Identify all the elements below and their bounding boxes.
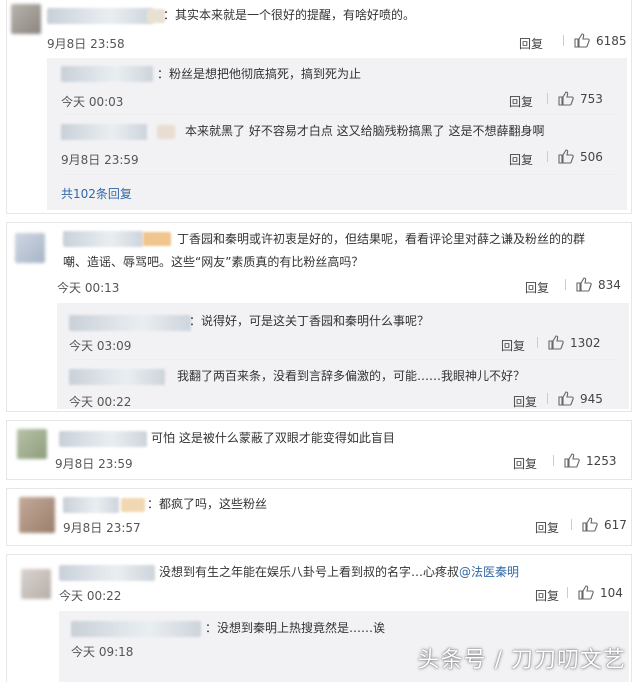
username-blurred[interactable] xyxy=(69,369,165,385)
username-blurred[interactable] xyxy=(69,315,191,331)
divider xyxy=(547,151,548,162)
user-badge xyxy=(121,498,145,512)
thumbs-up-icon xyxy=(564,453,580,468)
divider xyxy=(563,35,564,46)
user-badge xyxy=(157,125,175,139)
reply-box: ：说得好，可是这关丁香园和秦明什么事呢？ 今天 03:09 回复 1302 我翻… xyxy=(57,303,629,409)
comment-text-line1: 丁香园和秦明或许初衷是好的，但结果呢，看看评论里对薛之谦及粉丝的的群 xyxy=(177,232,586,246)
avatar[interactable] xyxy=(17,429,47,459)
username-blurred[interactable] xyxy=(63,231,143,247)
thumbs-up-icon xyxy=(558,391,574,406)
comment-text: ：其实本来就是一个很好的提醒，有啥好喷的。 xyxy=(163,8,416,22)
divider xyxy=(547,393,548,404)
like-count: 506 xyxy=(580,149,603,164)
like-count: 104 xyxy=(600,585,623,600)
comment-time: 9月8日 23:59 xyxy=(55,457,133,471)
like-button[interactable]: 753 xyxy=(547,91,603,106)
comment-time: 9月8日 23:58 xyxy=(47,37,125,51)
like-button[interactable]: 104 xyxy=(567,585,623,600)
divider xyxy=(61,114,617,115)
comment-text: 没想到有生之年能在娱乐八卦号上看到叔的名字…心疼叔@法医秦明 xyxy=(159,563,519,582)
reply-button[interactable]: 回复 xyxy=(509,93,533,110)
reply-button[interactable]: 回复 xyxy=(501,337,525,354)
reply-box: ：粉丝是想把他彻底搞死，搞到死为止 今天 00:03 回复 753 本来就黑了 … xyxy=(47,58,627,210)
reply-button[interactable]: 回复 xyxy=(519,35,543,52)
reply-button[interactable]: 回复 xyxy=(535,587,559,604)
reply-text: 本来就黑了 好不容易才白点 这又给脑残粉搞黑了 这是不想薛翻身啊 xyxy=(185,124,545,138)
like-count: 834 xyxy=(598,277,621,292)
comment-body: 没想到有生之年能在娱乐八卦号上看到叔的名字…心疼叔 xyxy=(159,565,460,579)
comment-time: 今天 00:13 xyxy=(57,281,120,295)
more-replies-link[interactable]: 共102条回复 xyxy=(61,185,132,202)
comment-text: ：都疯了吗，这些粉丝 xyxy=(147,497,268,511)
reply-button[interactable]: 回复 xyxy=(509,151,533,168)
divider xyxy=(537,337,538,348)
username-blurred[interactable] xyxy=(59,565,155,581)
like-button[interactable]: 945 xyxy=(547,391,603,406)
comment-card: 丁香园和秦明或许初衷是好的，但结果呢，看看评论里对薛之谦及粉丝的的群 嘲、造谣、… xyxy=(6,222,632,412)
thumbs-up-icon xyxy=(578,585,594,600)
like-count: 617 xyxy=(604,517,627,532)
reply-time: 今天 03:09 xyxy=(69,339,132,353)
like-button[interactable]: 6185 xyxy=(563,33,627,48)
like-count: 945 xyxy=(580,391,603,406)
username-blurred[interactable] xyxy=(61,124,147,140)
thumbs-up-icon xyxy=(582,517,598,532)
divider xyxy=(547,93,548,104)
username-blurred[interactable] xyxy=(47,8,153,24)
comment-card: 可怕 这是被什么蒙蔽了双眼才能变得如此盲目 9月8日 23:59 回复 1253 xyxy=(6,420,632,480)
mention-link[interactable]: @法医秦明 xyxy=(459,565,519,579)
user-badge xyxy=(143,232,171,246)
reply-button[interactable]: 回复 xyxy=(513,393,537,410)
username-blurred[interactable] xyxy=(63,497,119,513)
like-button[interactable]: 834 xyxy=(565,277,621,292)
like-count: 6185 xyxy=(596,33,627,48)
like-button[interactable]: 1302 xyxy=(537,335,601,350)
comment-text: 可怕 这是被什么蒙蔽了双眼才能变得如此盲目 xyxy=(151,431,395,445)
divider xyxy=(571,519,572,530)
reply-text: 我翻了两百来条，没看到言辞多偏激的，可能……我眼神儿不好？ xyxy=(177,369,526,383)
divider xyxy=(553,455,554,466)
reply-text: ：粉丝是想把他彻底搞死，搞到死为止 xyxy=(157,67,362,81)
reply-time: 9月8日 23:59 xyxy=(61,153,139,167)
avatar[interactable] xyxy=(11,4,41,34)
like-button[interactable]: 617 xyxy=(571,517,627,532)
divider xyxy=(69,359,619,360)
thumbs-up-icon xyxy=(558,91,574,106)
avatar[interactable] xyxy=(19,497,55,533)
reply-button[interactable]: 回复 xyxy=(535,519,559,536)
comment-time: 9月8日 23:57 xyxy=(63,521,141,535)
watermark: 头条号 / 刀刀叨文艺 xyxy=(417,648,626,673)
like-button[interactable]: 506 xyxy=(547,149,603,164)
reply-time: 今天 00:03 xyxy=(61,95,124,109)
divider xyxy=(565,279,566,290)
avatar[interactable] xyxy=(15,233,45,263)
comment-text-line2: 嘲、造谣、辱骂吧。这些“网友”素质真的有比粉丝高吗？ xyxy=(63,255,364,269)
comment-card: ：都疯了吗，这些粉丝 9月8日 23:57 回复 617 xyxy=(6,488,632,546)
avatar[interactable] xyxy=(21,569,51,599)
like-button[interactable]: 1253 xyxy=(553,453,617,468)
reply-time: 今天 00:22 xyxy=(69,395,132,409)
divider xyxy=(567,587,568,598)
thumbs-up-icon xyxy=(548,335,564,350)
thumbs-up-icon xyxy=(574,33,590,48)
reply-button[interactable]: 回复 xyxy=(525,279,549,296)
thumbs-up-icon xyxy=(558,149,574,164)
like-count: 1302 xyxy=(570,335,601,350)
comment-time: 今天 00:22 xyxy=(59,589,122,603)
like-count: 753 xyxy=(580,91,603,106)
like-count: 1253 xyxy=(586,453,617,468)
username-blurred[interactable] xyxy=(59,431,147,447)
divider xyxy=(61,174,617,175)
username-blurred[interactable] xyxy=(71,621,201,637)
reply-text: ：没想到秦明上热搜竟然是……诶 xyxy=(205,621,386,635)
username-blurred[interactable] xyxy=(61,66,153,82)
reply-time: 今天 09:18 xyxy=(71,645,134,659)
thumbs-up-icon xyxy=(576,277,592,292)
comment-card: ：其实本来就是一个很好的提醒，有啥好喷的。 9月8日 23:58 回复 6185… xyxy=(6,0,632,214)
reply-text: ：说得好，可是这关丁香园和秦明什么事呢？ xyxy=(189,314,430,328)
reply-button[interactable]: 回复 xyxy=(513,455,537,472)
